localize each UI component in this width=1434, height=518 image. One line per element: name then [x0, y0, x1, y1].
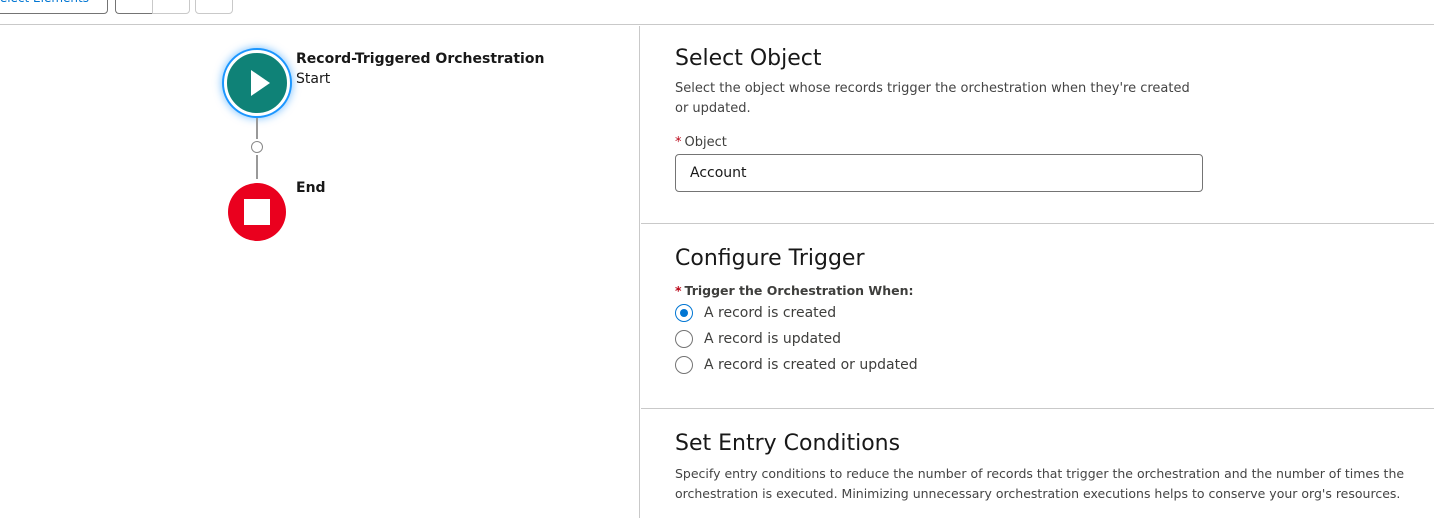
select-object-heading: Select Object [675, 46, 822, 71]
redo-button[interactable] [152, 0, 190, 14]
toolbar: Select Elements [0, 0, 1434, 25]
flow-canvas [0, 26, 640, 518]
object-input[interactable]: Account [675, 154, 1203, 192]
end-stop-icon[interactable] [228, 183, 286, 241]
debug-button[interactable] [195, 0, 233, 14]
undo-button[interactable] [115, 0, 153, 14]
connector-line [256, 118, 258, 139]
entry-conditions-description: Specify entry conditions to reduce the n… [675, 466, 1405, 501]
entry-conditions-section: Set Entry Conditions Specify entry condi… [641, 409, 1434, 504]
select-object-description: Select the object whose records trigger … [675, 81, 1190, 116]
entry-conditions-heading: Set Entry Conditions [675, 431, 901, 456]
start-play-icon[interactable] [224, 50, 290, 116]
select-object-section: Select Object Select the object whose re… [641, 26, 1434, 224]
add-element-connector[interactable] [251, 141, 263, 153]
end-node-title: End [296, 180, 326, 196]
start-node-subtitle: Start [296, 71, 331, 87]
select-elements-button[interactable]: Select Elements [0, 0, 108, 14]
radio-updated[interactable]: A record is updated [675, 326, 1400, 352]
radio-button-selected[interactable] [675, 304, 693, 322]
trigger-label: * Trigger the Orchestration When: [675, 283, 914, 298]
object-label: * Object [675, 135, 727, 150]
start-node-title: Record-Triggered Orchestration [296, 51, 545, 67]
connector-line [256, 155, 258, 179]
properties-panel: Select Object Select the object whose re… [641, 26, 1434, 504]
radio-created-or-updated[interactable]: A record is created or updated [675, 352, 1400, 378]
radio-button[interactable] [675, 356, 693, 374]
radio-created[interactable]: A record is created [675, 300, 1400, 326]
configure-trigger-section: Configure Trigger * Trigger the Orchestra… [641, 224, 1434, 409]
radio-button[interactable] [675, 330, 693, 348]
configure-trigger-heading: Configure Trigger [675, 246, 865, 271]
